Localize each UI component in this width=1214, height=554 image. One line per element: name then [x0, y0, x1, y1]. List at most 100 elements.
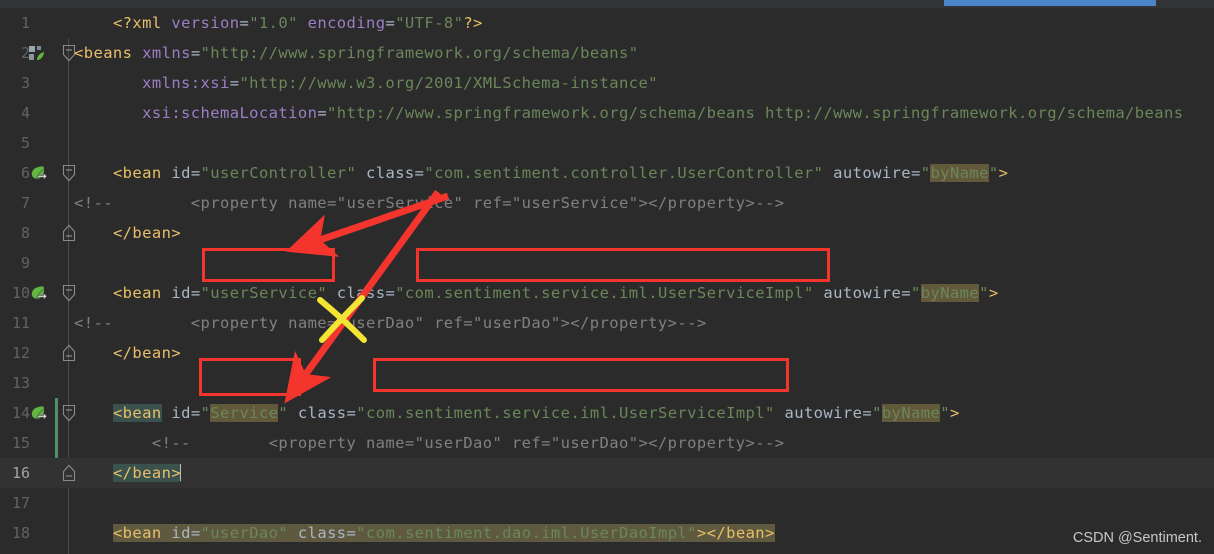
code-token: encoding	[307, 14, 386, 32]
code-text[interactable]: <bean id="userController" class="com.sen…	[74, 158, 1008, 188]
line-number[interactable]: 6	[0, 158, 30, 188]
line-number[interactable]: 12	[0, 338, 30, 368]
code-line[interactable]: 11 <!-- <property name="userDao" ref="use…	[0, 308, 1214, 338]
text-caret	[180, 464, 182, 481]
code-line[interactable]: 10 <bean id="userService" class="com.sen…	[0, 278, 1214, 308]
code-line[interactable]: 3 xmlns:xsi="http://www.w3.org/2001/XMLS…	[0, 68, 1214, 98]
code-text[interactable]: </bean>	[74, 458, 182, 488]
code-token-highlighted: Service	[210, 404, 279, 422]
code-line[interactable]: 13	[0, 368, 1214, 398]
code-line[interactable]: 14 <bean id="Service" class="com.sentime…	[0, 398, 1214, 428]
line-number[interactable]: 16	[0, 458, 30, 488]
code-token-highlighted	[161, 524, 172, 542]
line-number[interactable]: 14	[0, 398, 30, 428]
code-token: id	[171, 164, 191, 182]
code-token: =	[317, 104, 328, 122]
code-token: "com.sentiment.controller.UserController…	[424, 164, 824, 182]
code-line[interactable]: 5	[0, 128, 1214, 158]
code-text[interactable]: <beans xmlns="http://www.springframework…	[74, 38, 638, 68]
code-text[interactable]: <?xml version="1.0" encoding="UTF-8"?>	[74, 8, 483, 38]
code-text[interactable]: <!-- <property name="userDao" ref="userD…	[74, 308, 707, 338]
code-token: xmlns:xsi	[142, 74, 230, 92]
code-text[interactable]: xsi:schemaLocation="http://www.springfra…	[74, 98, 1183, 128]
code-token: "userService"	[200, 284, 328, 302]
code-token: class	[366, 164, 415, 182]
line-number[interactable]: 1	[0, 8, 30, 38]
code-line[interactable]: 19 </beans>	[0, 548, 1214, 554]
code-token-highlighted: id	[171, 524, 191, 542]
code-text[interactable]: </bean>	[74, 338, 181, 368]
line-number[interactable]: 18	[0, 518, 30, 548]
line-number[interactable]: 17	[0, 488, 30, 518]
code-line[interactable]: 7 <!-- <property name="userService" ref="…	[0, 188, 1214, 218]
code-text[interactable]: <bean id="Service" class="com.sentiment.…	[74, 398, 960, 428]
code-text[interactable]: <bean id="userService" class="com.sentim…	[74, 278, 999, 308]
code-text[interactable]: xmlns:xsi="http://www.w3.org/2001/XMLSch…	[74, 68, 658, 98]
code-text[interactable]: <bean id="userDao" class="com.sentiment.…	[74, 518, 775, 548]
code-line[interactable]: 1 <?xml version="1.0" encoding="UTF-8"?>	[0, 8, 1214, 38]
code-token: =	[239, 14, 250, 32]
line-number[interactable]: 3	[0, 68, 30, 98]
code-line[interactable]: 6 <bean id="userController" class="com.s…	[0, 158, 1214, 188]
line-number[interactable]: 7	[0, 188, 30, 218]
spring-bean-gutter-icon[interactable]	[30, 165, 48, 182]
code-line[interactable]: 8 </bean>	[0, 218, 1214, 248]
tab-active-indicator[interactable]	[944, 0, 1156, 6]
line-number[interactable]: 15	[0, 428, 30, 458]
code-token: autowire	[784, 404, 863, 422]
code-token: <beans	[74, 44, 133, 62]
code-token-highlighted: "com.sentiment.dao.iml.UserDaoImpl"	[356, 524, 697, 542]
code-token: xmlns	[142, 44, 191, 62]
code-token-highlighted: =	[346, 524, 357, 542]
line-number[interactable]: 19	[0, 548, 30, 554]
line-number[interactable]: 11	[0, 308, 30, 338]
code-line[interactable]: 17	[0, 488, 1214, 518]
code-line[interactable]: 18 <bean id="userDao" class="com.sentime…	[0, 518, 1214, 548]
code-editor[interactable]: 1 <?xml version="1.0" encoding="UTF-8"?>…	[0, 8, 1214, 554]
line-number[interactable]: 8	[0, 218, 30, 248]
code-text[interactable]: <!-- <property name="userDao" ref="userD…	[74, 428, 784, 458]
code-token: </bean>	[112, 344, 182, 362]
ide-editor-screenshot: 1 <?xml version="1.0" encoding="UTF-8"?>…	[0, 0, 1214, 554]
code-token: "com.sentiment.service.iml.UserServiceIm…	[356, 404, 775, 422]
code-token: "	[979, 284, 989, 302]
code-token: class	[336, 284, 386, 302]
code-text[interactable]: </beans>	[74, 548, 152, 554]
code-line[interactable]: 4 xsi:schemaLocation="http://www.springf…	[0, 98, 1214, 128]
line-number[interactable]: 10	[0, 278, 30, 308]
code-line[interactable]: 16 </bean>	[0, 458, 1214, 488]
line-number[interactable]: 9	[0, 248, 30, 278]
code-token: =	[901, 284, 911, 302]
code-token: =	[346, 404, 357, 422]
code-token: <bean	[112, 164, 162, 182]
code-line[interactable]: 9	[0, 248, 1214, 278]
code-line[interactable]: 15 <!-- <property name="userDao" ref="us…	[0, 428, 1214, 458]
code-token: "1.0"	[249, 14, 298, 32]
code-text[interactable]: <!-- <property name="userService" ref="u…	[74, 188, 784, 218]
code-text[interactable]: </bean>	[74, 218, 181, 248]
spring-bean-gutter-icon[interactable]	[30, 285, 48, 302]
spring-config-gutter-icon[interactable]	[29, 46, 45, 61]
spring-bean-gutter-icon[interactable]	[30, 405, 48, 422]
line-number[interactable]: 5	[0, 128, 30, 158]
code-token: version	[171, 14, 240, 32]
code-token: id	[171, 404, 191, 422]
line-number[interactable]: 4	[0, 98, 30, 128]
code-token: =	[862, 404, 873, 422]
code-line[interactable]: 12 </bean>	[0, 338, 1214, 368]
line-number[interactable]: 13	[0, 368, 30, 398]
code-line[interactable]: 2 <beans xmlns="http://www.springframewor…	[0, 38, 1214, 68]
code-token-highlighted: </bean>	[706, 524, 775, 542]
code-token: "	[278, 404, 289, 422]
code-token: =	[190, 404, 201, 422]
line-number[interactable]: 2	[0, 38, 30, 68]
